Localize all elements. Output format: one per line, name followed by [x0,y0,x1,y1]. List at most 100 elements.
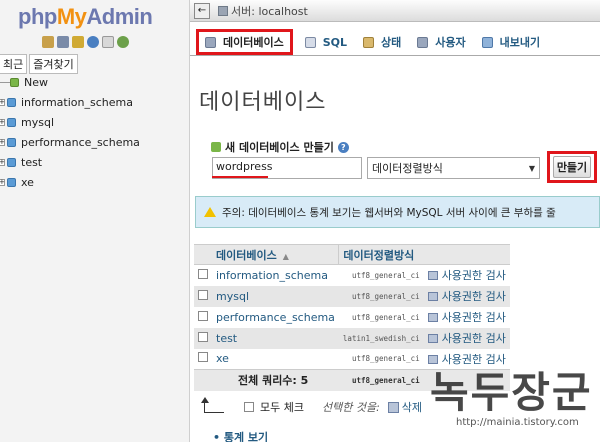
sql-icon [304,36,316,48]
collation-cell: latin1_swedish_ci [338,327,424,349]
database-icon [7,97,16,107]
collation-cell: utf8_general_ci [338,264,424,286]
database-icon [7,137,16,147]
top-bar: ← 서버: localhost [190,0,600,22]
new-database-icon [10,77,19,87]
tab-export[interactable]: 내보내기 [474,29,548,55]
phpmyadmin-logo[interactable]: phpMyAdmin [18,4,153,30]
expand-icon[interactable]: + [0,178,5,186]
collation-cell: utf8_general_ci [338,348,424,370]
tab-databases[interactable]: 데이터베이스 [196,29,293,55]
table-row: mysql utf8_general_ci 사용권한 검사 [194,285,510,307]
row-checkbox[interactable] [198,289,208,300]
check-all-checkbox[interactable] [244,402,254,412]
expand-icon[interactable]: + [0,138,5,146]
highlight-underline [212,176,268,178]
tree-item-xe[interactable]: + xe [0,172,140,192]
expand-icon[interactable]: + [0,98,5,106]
table-row: performance_schema utf8_general_ci 사용권한 … [194,306,510,328]
with-selected-label: 선택한 것을: [321,401,380,414]
database-icon [7,117,16,127]
table-footer: 전체 쿼리수: 5 utf8_general_ci [194,369,510,391]
help-icon[interactable] [87,36,99,48]
warning-icon [204,207,216,217]
main-tabs: 데이터베이스 SQL 상태 사용자 내보내기 [190,26,600,56]
check-privileges-link[interactable]: 사용권한 검사 [442,353,506,366]
tree-item-new[interactable]: New [0,72,140,92]
database-link[interactable]: information_schema [216,269,328,282]
row-checkbox[interactable] [198,352,208,363]
database-table: 데이터베이스 ▲ 데이터정렬방식 information_schema utf8_… [194,244,510,391]
create-button[interactable]: 만들기 [552,156,592,178]
export-icon [481,36,493,48]
sidebar-tabs: 최근 즐겨찾기 [0,54,80,74]
delete-button[interactable]: 삭제 [387,399,422,415]
column-header-database[interactable]: 데이터베이스 ▲ [212,244,339,265]
breadcrumb[interactable]: 서버: localhost [218,3,308,19]
total-count: 전체 쿼리수: 5 [212,369,339,391]
row-checkbox[interactable] [198,310,208,321]
create-button-highlight: 만들기 [547,151,597,183]
tab-sql[interactable]: SQL [297,29,355,55]
enable-statistics-link[interactable]: • 통계 보기 [213,429,268,442]
table-row: xe utf8_general_ci 사용권한 검사 [194,348,510,370]
collation-cell: utf8_general_ci [338,285,424,307]
bulk-actions: 모두 체크 선택한 것을: 삭제 [201,397,422,415]
tree-item-performance-schema[interactable]: + performance_schema [0,132,140,152]
home-icon[interactable] [42,36,54,48]
collation-select[interactable]: 데이터정렬방식 ▼ [367,157,540,179]
docs-icon[interactable] [102,36,114,48]
help-icon[interactable]: ? [337,141,349,153]
database-link[interactable]: mysql [216,290,249,303]
back-button[interactable]: ← [194,2,210,19]
privileges-icon [427,292,438,301]
check-privileges-link[interactable]: 사용권한 검사 [442,290,506,303]
logout-icon[interactable] [72,36,84,48]
row-checkbox[interactable] [198,268,208,279]
footer-collation: utf8_general_ci [338,369,424,391]
server-icon [218,5,228,16]
tab-users[interactable]: 사용자 [409,29,473,55]
arrow-up-icon [201,397,224,413]
database-icon [7,177,16,187]
tab-recent[interactable]: 최근 [0,54,28,74]
check-privileges-link[interactable]: 사용권한 검사 [442,269,506,282]
check-privileges-link[interactable]: 사용권한 검사 [442,311,506,324]
privileges-icon [427,334,438,343]
tree-item-information-schema[interactable]: + information_schema [0,92,140,112]
tree-item-mysql[interactable]: + mysql [0,112,140,132]
users-icon [417,36,429,48]
table-row: information_schema utf8_general_ci 사용권한 … [194,264,510,286]
delete-icon [387,401,399,413]
reload-icon[interactable] [117,36,129,48]
database-tree: New + information_schema + mysql + perfo… [0,72,140,192]
database-link[interactable]: xe [216,352,229,365]
add-database-icon [211,142,221,152]
privileges-icon [427,313,438,322]
expand-icon[interactable]: + [0,118,5,126]
sort-icon[interactable]: ▲ [283,252,289,261]
privileges-icon [427,271,438,281]
collation-cell: utf8_general_ci [338,306,424,328]
row-checkbox[interactable] [198,331,208,342]
sql-query-icon[interactable] [57,36,69,48]
page-title: 데이터베이스 [199,90,327,115]
database-icon [205,36,216,48]
chevron-down-icon: ▼ [528,163,535,173]
tab-favorites[interactable]: 즐겨찾기 [29,54,78,74]
navigation-sidebar: phpMyAdmin 최근 즐겨찾기 New + information_sch… [0,0,190,442]
table-header: 데이터베이스 ▲ 데이터정렬방식 [194,244,510,265]
tab-status[interactable]: 상태 [355,29,409,55]
database-icon [7,157,16,167]
status-icon [363,36,375,48]
column-header-collation[interactable]: 데이터정렬방식 [338,244,424,265]
check-privileges-link[interactable]: 사용권한 검사 [442,332,506,345]
database-link[interactable]: test [216,332,237,345]
notice-box: 주의: 데이터베이스 통계 보기는 웹서버와 MySQL 서버 사이에 큰 부하… [195,196,600,228]
check-all[interactable]: 모두 체크 [244,399,304,415]
tree-item-test[interactable]: + test [0,152,140,172]
table-row: test latin1_swedish_ci 사용권한 검사 [194,327,510,349]
database-link[interactable]: performance_schema [216,311,335,324]
expand-icon[interactable]: + [0,158,5,166]
create-database-label: 새 데이터베이스 만들기 ? [211,139,349,155]
